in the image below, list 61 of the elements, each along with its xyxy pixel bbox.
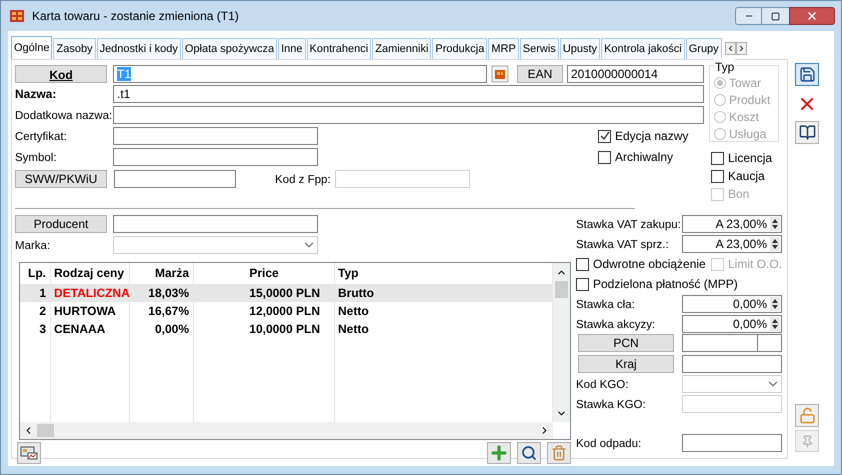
tab[interactable]: Ogólne <box>11 36 52 59</box>
tab[interactable]: Jednostki i kody <box>96 38 181 59</box>
checkbox-label: Edycja nazwy <box>615 128 688 145</box>
checkbox-label: Podzielona płatność (MPP) <box>593 276 738 293</box>
excise-rate-spinner[interactable]: 0,00% <box>682 315 782 333</box>
checkbox-label: Limit O.O. <box>728 256 782 273</box>
column-header[interactable]: Marża <box>154 266 189 280</box>
tab[interactable]: Kontrahenci <box>306 38 372 59</box>
stawka-kgo-label: Stawka KGO: <box>576 399 646 411</box>
tab[interactable]: Upusty <box>560 38 600 59</box>
radio-label: Produkt <box>729 92 770 109</box>
column-header[interactable]: Rodzaj ceny <box>54 266 124 280</box>
checkbox-label: Odwrotne obciążenie <box>593 256 706 273</box>
tab[interactable]: Serwis <box>520 38 559 59</box>
vat-purchase-label: Stawka VAT zakupu: <box>576 219 681 231</box>
radio-label: Usługa <box>729 126 766 143</box>
window-title: Karta towaru - zostanie zmieniona (T1) <box>32 8 239 25</box>
excise-rate-label: Stawka akcyzy: <box>576 319 656 331</box>
vat-purchase-spinner[interactable]: A 23,00% <box>682 215 782 233</box>
typ-title: Typ <box>714 58 736 76</box>
nazwa-label: Nazwa: <box>15 87 56 101</box>
ean-button[interactable]: EAN <box>517 65 563 83</box>
symbol-label: Symbol: <box>15 152 57 164</box>
kod-kgo-label: Kod KGO: <box>576 379 628 391</box>
table-cell[interactable]: 18,03% <box>130 284 193 302</box>
tab[interactable]: Kontrola jakości <box>601 38 685 59</box>
kod-button[interactable]: Kod <box>15 65 107 83</box>
radio-label: Koszt <box>729 109 760 126</box>
tab[interactable]: Inne <box>278 38 306 59</box>
tab[interactable]: Grupy <box>686 38 722 59</box>
nazwa-field[interactable]: .t1 <box>113 85 704 103</box>
kraj-button[interactable]: Kraj <box>578 355 674 373</box>
pcn-button[interactable]: PCN <box>578 334 674 352</box>
checkbox-label: Kaucja <box>728 168 765 185</box>
table-cell[interactable]: 1 <box>20 284 50 302</box>
column-header[interactable]: Typ <box>338 266 358 280</box>
customs-rate-spinner[interactable]: 0,00% <box>682 295 782 313</box>
kod-odpadu-label: Kod odpadu: <box>576 438 642 450</box>
sww-button[interactable]: SWW/PKWiU <box>15 170 107 188</box>
radio-label: Towar <box>729 75 762 92</box>
producent-button[interactable]: Producent <box>15 215 107 233</box>
column-header[interactable]: Price <box>249 266 279 280</box>
vat-sale-spinner[interactable]: A 23,00% <box>682 235 782 253</box>
tab[interactable]: Zamienniki <box>372 38 432 59</box>
table-cell[interactable]: Brutto <box>335 284 552 302</box>
tab[interactable]: Produkcja <box>432 38 488 59</box>
checkbox-label: Archiwalny <box>615 149 674 166</box>
customs-rate-label: Stawka cła: <box>576 299 635 311</box>
column-header[interactable]: Lp. <box>28 266 46 280</box>
tab[interactable]: Opłata spożywcza <box>182 38 278 59</box>
checkbox-label: Bon <box>728 186 750 203</box>
table-cell[interactable]: 15,0000 PLN <box>194 284 334 302</box>
kod-fpp-label: Kod z Fpp: <box>275 174 331 186</box>
certyfikat-label: Certyfikat: <box>15 131 67 143</box>
tab[interactable]: Zasoby <box>53 38 96 59</box>
ean-field[interactable]: 2010000000014 <box>567 65 704 83</box>
tab[interactable]: MRP <box>488 38 519 59</box>
checkbox-label: Licencja <box>728 150 772 167</box>
marka-label: Marka: <box>15 240 50 252</box>
dodatkowa-nazwa-label: Dodatkowa nazwa: <box>15 110 112 122</box>
vat-sale-label: Stawka VAT sprz.: <box>576 239 669 251</box>
